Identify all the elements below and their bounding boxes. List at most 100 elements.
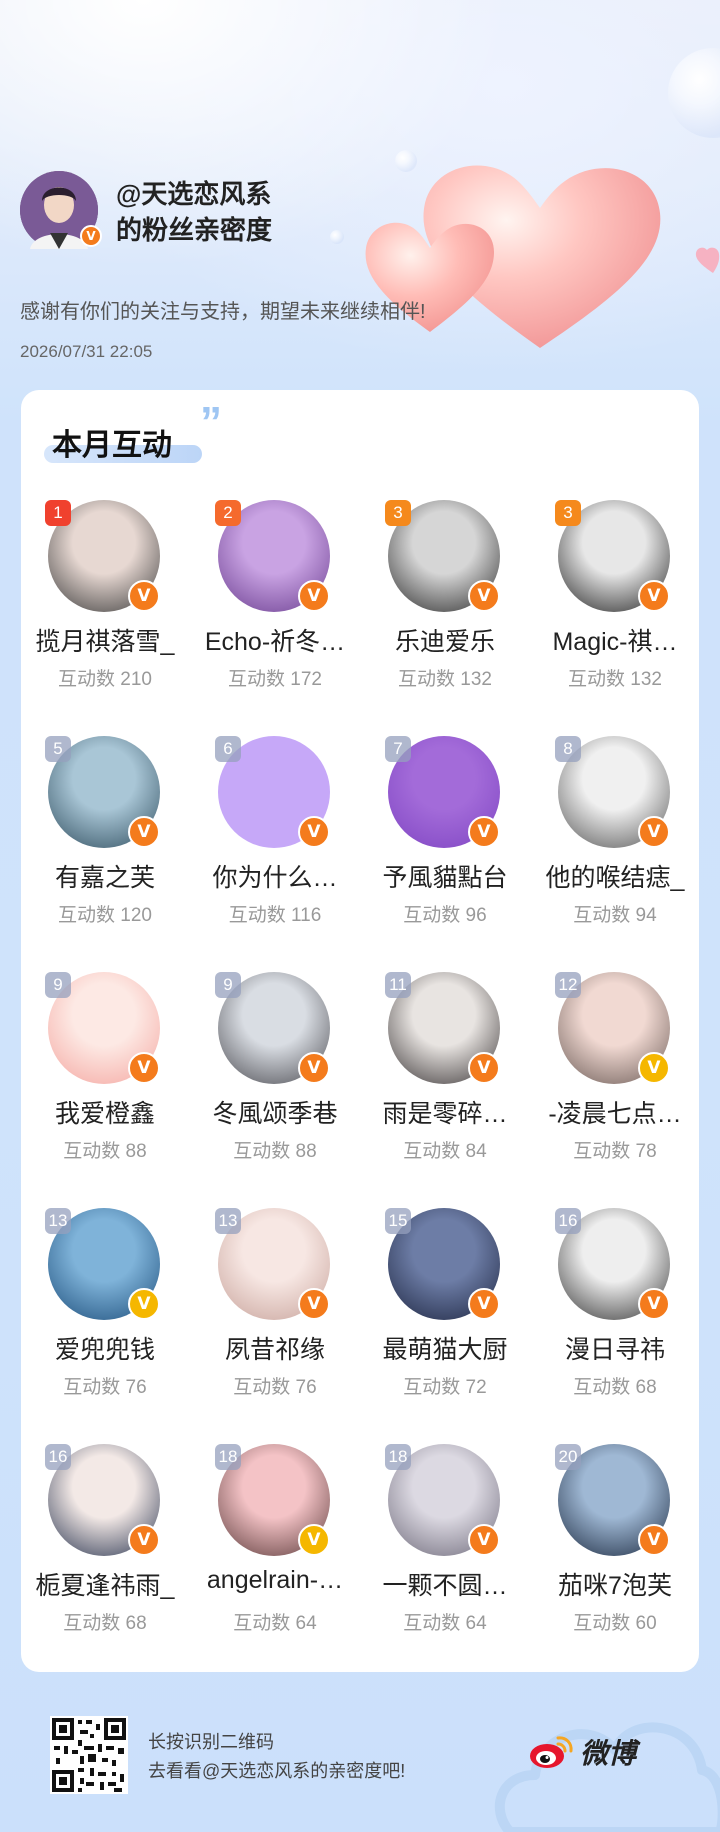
verified-badge-icon: V <box>128 1288 160 1320</box>
verified-badge-icon: V <box>638 1524 670 1556</box>
interaction-count: 互动数 72 <box>403 1377 487 1398</box>
fan-name[interactable]: 有嘉之芙 <box>20 858 190 894</box>
fan-name[interactable]: 冬風颂季巷 <box>190 1094 360 1130</box>
qr-code-icon[interactable] <box>50 1716 128 1794</box>
interaction-count: 互动数 210 <box>58 669 152 690</box>
fan-item[interactable]: 16 V 栀夏逢祎雨_ 互动数 68 <box>20 1432 190 1668</box>
fan-name[interactable]: Echo-祈冬… <box>190 622 360 658</box>
weibo-logo-icon <box>530 1736 573 1768</box>
rank-badge: 3 <box>555 500 581 526</box>
fan-item[interactable]: 2 V Echo-祈冬… 互动数 172 <box>190 488 360 724</box>
rank-badge: 9 <box>45 972 71 998</box>
verified-badge-icon: V <box>128 816 160 848</box>
verified-badge-icon: V <box>298 816 330 848</box>
fan-item[interactable]: 16 V 漫日寻祎互动数 68 <box>530 1196 700 1432</box>
fan-name[interactable]: 乐迪爱乐 <box>360 622 530 658</box>
timestamp: 2026/07/31 22:05 <box>20 342 153 361</box>
fan-item[interactable]: 3 V Magic-祺… 互动数 132 <box>530 488 700 724</box>
fan-name[interactable]: 他的喉结痣_ <box>530 858 700 894</box>
title-line-2: 的粉丝亲密度 <box>116 215 273 245</box>
rank-badge: 7 <box>385 736 411 762</box>
verified-badge-icon: V <box>468 580 500 612</box>
fan-name[interactable]: 茄咪7泡芙 <box>530 1566 700 1602</box>
bubble-decoration <box>395 150 417 172</box>
fan-item[interactable]: 13 V 夙昔祁缘 互动数 76 <box>190 1196 360 1432</box>
verified-badge-icon: V <box>638 1052 670 1084</box>
rank-badge: 5 <box>45 736 71 762</box>
fan-item[interactable]: 11 V 雨是零碎… 互动数 84 <box>360 960 530 1196</box>
interaction-count: 互动数 132 <box>398 669 492 690</box>
fan-item[interactable]: 18 V 一颗不圆… 互动数 64 <box>360 1432 530 1668</box>
interaction-count: 互动数 68 <box>63 1613 147 1634</box>
rank-badge: 18 <box>215 1444 241 1470</box>
verified-badge-icon: V <box>298 1524 330 1556</box>
interaction-count: 互动数 132 <box>568 669 662 690</box>
fan-name[interactable]: 最萌猫大厨 <box>360 1330 530 1366</box>
fan-name[interactable]: 雨是零碎… <box>360 1094 530 1130</box>
interaction-count: 互动数 84 <box>403 1141 487 1162</box>
interaction-count: 互动数 64 <box>403 1613 487 1634</box>
bubble-decoration <box>668 48 720 138</box>
fan-name[interactable]: 栀夏逢祎雨_ <box>20 1566 190 1602</box>
interaction-count: 互动数 94 <box>573 905 657 926</box>
rank-badge: 8 <box>555 736 581 762</box>
fan-item[interactable]: 1 V 揽月祺落雪_ 互动数 210 <box>20 488 190 724</box>
rank-badge: 3 <box>385 500 411 526</box>
rank-badge: 15 <box>385 1208 411 1234</box>
rank-badge: 2 <box>215 500 241 526</box>
fan-item[interactable]: 5 V 有嘉之芙 互动数 120 <box>20 724 190 960</box>
fan-item[interactable]: 8 V 他的喉结痣_ 互动数 94 <box>530 724 700 960</box>
rank-badge: 9 <box>215 972 241 998</box>
verified-badge-icon: V <box>298 1288 330 1320</box>
rank-badge: 1 <box>45 500 71 526</box>
verified-badge-icon: V <box>298 1052 330 1084</box>
verified-badge-icon: V <box>128 580 160 612</box>
verified-badge-icon: V <box>638 580 670 612</box>
rank-badge: 18 <box>385 1444 411 1470</box>
fan-item[interactable]: 12 V -凌晨七点… 互动数 78 <box>530 960 700 1196</box>
weibo-logo[interactable]: 微博 <box>528 1732 636 1772</box>
fan-name[interactable]: 揽月祺落雪_ <box>20 622 190 658</box>
interaction-count: 互动数 78 <box>573 1141 657 1162</box>
verified-badge-icon: V <box>298 580 330 612</box>
fan-name[interactable]: 爱兜兜钱 <box>20 1330 190 1366</box>
thanks-message: 感谢有你们的关注与支持，期望未来继续相伴! <box>20 301 426 323</box>
quote-mark-icon: ” <box>200 398 222 447</box>
interaction-count: 互动数 172 <box>228 669 322 690</box>
fan-item[interactable]: 9 V 冬風颂季巷 互动数 88 <box>190 960 360 1196</box>
fan-name[interactable]: Magic-祺… <box>530 622 700 658</box>
bubble-decoration <box>330 230 344 244</box>
fan-item[interactable]: 6 V 你为什么… 互动数 116 <box>190 724 360 960</box>
fan-item[interactable]: 7 V 予風貓點台互动数 96 <box>360 724 530 960</box>
fan-item[interactable]: 18 Vangelrain-… 互动数 64 <box>190 1432 360 1668</box>
fan-name[interactable]: 予風貓點台 <box>360 858 530 894</box>
rank-badge: 20 <box>555 1444 581 1470</box>
interaction-count: 互动数 68 <box>573 1377 657 1398</box>
fan-name[interactable]: 夙昔祁缘 <box>190 1330 360 1366</box>
interaction-count: 互动数 76 <box>233 1377 317 1398</box>
fan-item[interactable]: 3 V 乐迪爱乐互动数 132 <box>360 488 530 724</box>
interaction-count: 互动数 96 <box>403 905 487 926</box>
verified-badge-icon: V <box>468 1524 500 1556</box>
fan-name[interactable]: 你为什么… <box>190 858 360 894</box>
fan-item[interactable]: 13 V 爱兜兜钱 互动数 76 <box>20 1196 190 1432</box>
title-line-1: @天选恋风系 <box>116 179 272 209</box>
verified-badge-icon: V <box>638 1288 670 1320</box>
verified-badge-icon: V <box>468 1052 500 1084</box>
fan-item[interactable]: 15 V 最萌猫大厨互动数 72 <box>360 1196 530 1432</box>
fan-name[interactable]: 我爱橙鑫 <box>20 1094 190 1130</box>
fan-name[interactable]: 漫日寻祎 <box>530 1330 700 1366</box>
fan-item[interactable]: 20 V 茄咪7泡芙互动数 60 <box>530 1432 700 1668</box>
interaction-count: 互动数 60 <box>573 1613 657 1634</box>
fan-name[interactable]: -凌晨七点… <box>530 1094 700 1130</box>
fan-item[interactable]: 9 V 我爱橙鑫互动数 88 <box>20 960 190 1196</box>
verified-badge-icon: V <box>468 816 500 848</box>
verified-badge-icon: V <box>468 1288 500 1320</box>
rank-badge: 16 <box>555 1208 581 1234</box>
interaction-count: 互动数 88 <box>63 1141 147 1162</box>
fan-name[interactable]: 一颗不圆… <box>360 1566 530 1602</box>
weibo-brand-text: 微博 <box>580 1738 637 1769</box>
verified-badge-icon: V <box>128 1052 160 1084</box>
fan-name[interactable]: angelrain-… <box>190 1566 360 1595</box>
verified-badge-icon: V <box>80 225 102 247</box>
